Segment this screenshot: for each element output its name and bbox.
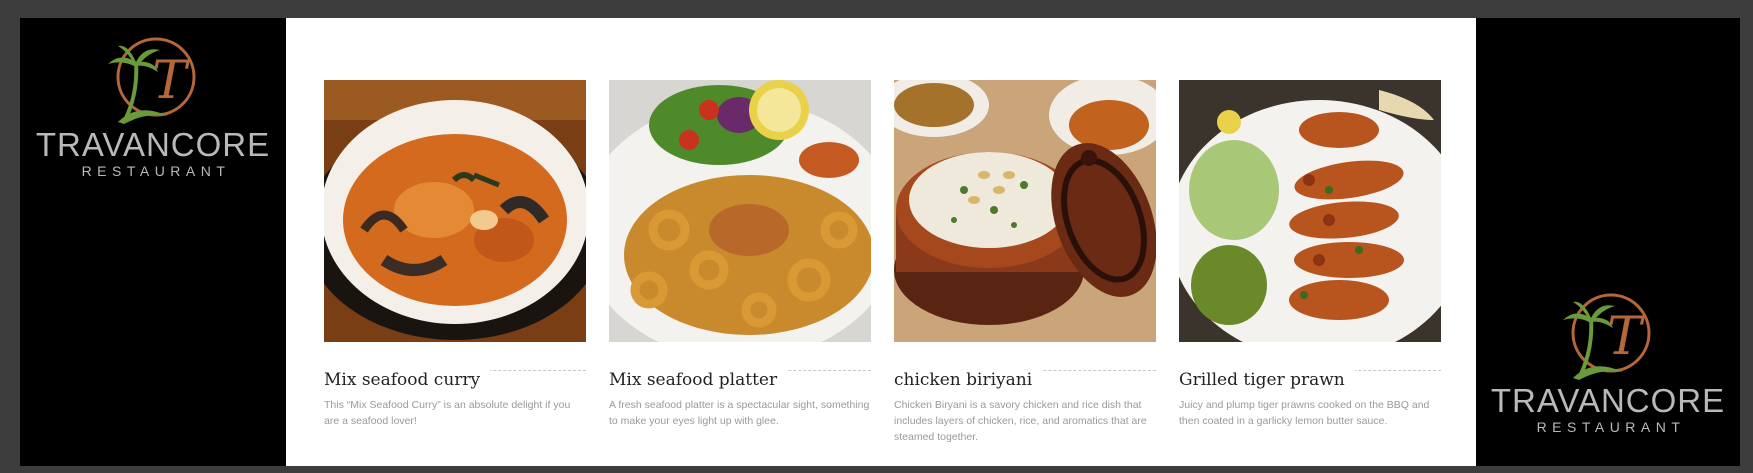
menu-card-description: A fresh seafood platter is a spectacular…	[609, 399, 870, 427]
palm-tree-logo-icon: T	[108, 37, 196, 124]
restaurant-logo[interactable]: T TRAVANCORE RESTAURANT	[1476, 288, 1740, 436]
menu-highlights-section: Mix seafood curry This “Mix Seafood Curr…	[286, 18, 1476, 466]
menu-card[interactable]: Mix seafood platter A fresh seafood plat…	[609, 80, 871, 429]
brand-tagline: RESTAURANT	[81, 163, 231, 179]
brand-tagline: RESTAURANT	[1536, 419, 1686, 435]
menu-card-title-row: Grilled tiger prawn	[1179, 370, 1441, 394]
chicken-biriyani-photo	[894, 80, 1156, 342]
palm-tree-logo-icon: T	[1563, 293, 1651, 380]
menu-card-description: This “Mix Seafood Curry” is an absolute …	[324, 399, 571, 427]
svg-text:T: T	[1607, 307, 1645, 367]
menu-card-description: Juicy and plump tiger prawns cooked on t…	[1179, 399, 1430, 427]
brand-name: TRAVANCORE	[1490, 382, 1726, 419]
menu-card-title[interactable]: Grilled tiger prawn	[1179, 370, 1355, 390]
left-brand-panel: T TRAVANCORE RESTAURANT	[20, 18, 286, 466]
menu-card-description: Chicken Biryani is a savory chicken and …	[894, 399, 1147, 443]
menu-card-title-row: Mix seafood platter	[609, 370, 871, 394]
svg-text:T: T	[152, 51, 190, 111]
right-brand-panel: T TRAVANCORE RESTAURANT	[1476, 18, 1740, 466]
menu-card-title-row: Mix seafood curry	[324, 370, 586, 394]
grilled-tiger-prawn-photo	[1179, 80, 1441, 342]
mix-seafood-curry-photo	[324, 80, 586, 342]
brand-name: TRAVANCORE	[35, 126, 271, 163]
menu-card-title-row: chicken biriyani	[894, 370, 1156, 394]
menu-card[interactable]: chicken biriyani Chicken Biryani is a sa…	[894, 80, 1156, 445]
restaurant-logo[interactable]: T TRAVANCORE RESTAURANT	[20, 32, 286, 180]
menu-card[interactable]: Mix seafood curry This “Mix Seafood Curr…	[324, 80, 586, 429]
menu-card-title[interactable]: Mix seafood curry	[324, 370, 491, 390]
menu-card-title[interactable]: Mix seafood platter	[609, 370, 788, 390]
menu-card-title[interactable]: chicken biriyani	[894, 370, 1043, 390]
mix-seafood-platter-photo	[609, 80, 871, 342]
menu-card[interactable]: Grilled tiger prawn Juicy and plump tige…	[1179, 80, 1441, 429]
